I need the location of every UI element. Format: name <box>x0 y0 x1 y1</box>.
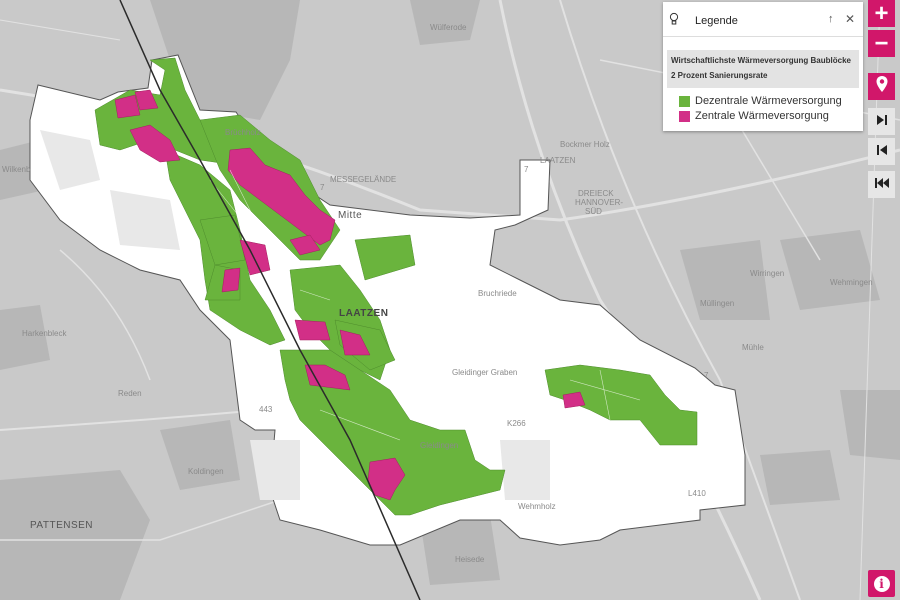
label-boeckmer-holz: Bockmer Holz <box>560 140 610 149</box>
label-mitte: Mitte <box>338 210 362 221</box>
legend-item-dezentral: Dezentrale Wärmeversorgung <box>679 95 842 107</box>
skip-first-button[interactable] <box>868 171 895 198</box>
label-bruchriede: Bruchriede <box>478 289 517 298</box>
label-gleidinger-graben: Gleidinger Graben <box>452 368 517 377</box>
label-a7-south: 7 <box>704 371 709 380</box>
legend-layer-title: Wirtschaftlichste Wärmeversorgung Baublö… <box>667 50 859 88</box>
label-heisede: Heisede <box>455 555 485 564</box>
label-reden: Reden <box>118 389 142 398</box>
label-sued: SÜD <box>585 207 602 216</box>
label-wuelferode: Wülferode <box>430 23 467 32</box>
label-muellingen: Müllingen <box>700 299 734 308</box>
legend-header: Legende ↑ ✕ <box>663 2 863 37</box>
legend-layer-line2: 2 Prozent Sanierungsrate <box>671 71 768 80</box>
label-wirringen: Wirringen <box>750 269 784 278</box>
label-wehmingen: Wehmingen <box>830 278 873 287</box>
label-laatzen-district: LAATZEN <box>339 308 388 319</box>
label-bruchholz: Brüchholz <box>225 128 261 137</box>
arrow-up-icon[interactable]: ↑ <box>828 13 834 25</box>
map-pin-icon <box>875 75 889 98</box>
label-laatzen-road: LAATZEN <box>540 156 576 165</box>
label-l410: L410 <box>688 489 706 498</box>
close-icon[interactable]: ✕ <box>845 12 855 26</box>
label-dreieck: DREIECK <box>578 189 614 198</box>
legend-title: Legende <box>695 15 738 27</box>
legend-item-zentral: Zentrale Wärmeversorgung <box>679 110 829 122</box>
label-gleidingen: Gleidingen <box>420 441 458 450</box>
location-button[interactable] <box>868 73 895 100</box>
label-messegelaende: MESSEGELÄNDE <box>330 175 396 184</box>
info-icon: i <box>873 575 890 592</box>
skip-previous-button[interactable] <box>868 138 895 165</box>
skip-first-icon <box>874 176 890 194</box>
legend-swatch-magenta <box>679 110 690 122</box>
legend-layer-line1: Wirtschaftlichste Wärmeversorgung Baublö… <box>671 56 851 65</box>
label-harkenbleck: Harkenbleck <box>22 329 67 338</box>
legend-panel: Legende ↑ ✕ Wirtschaftlichste Wärmeverso… <box>663 2 863 131</box>
label-muehle: Mühle <box>742 343 764 352</box>
skip-previous-icon <box>876 143 888 161</box>
legend-item-label: Dezentrale Wärmeversorgung <box>695 95 842 107</box>
label-a7-north: 7 <box>524 165 529 174</box>
label-hannover: HANNOVER- <box>575 198 623 207</box>
label-b443: 443 <box>259 405 273 414</box>
info-button[interactable]: i <box>868 570 895 597</box>
lightbulb-icon <box>669 12 679 31</box>
label-pattensen: PATTENSEN <box>30 520 93 531</box>
zoom-out-button[interactable]: − <box>868 30 895 57</box>
label-a7-mid: 7 <box>320 183 325 192</box>
label-wilkenburg: Wilkenb <box>2 165 31 174</box>
legend-item-label: Zentrale Wärmeversorgung <box>695 110 829 122</box>
skip-next-button[interactable] <box>868 108 895 135</box>
label-k266: K266 <box>507 419 526 428</box>
skip-next-icon <box>876 113 888 131</box>
zoom-in-button[interactable]: + <box>868 0 895 27</box>
label-koldingen: Koldingen <box>188 467 224 476</box>
label-wehmholz: Wehmholz <box>518 502 556 511</box>
legend-swatch-green <box>679 95 690 107</box>
